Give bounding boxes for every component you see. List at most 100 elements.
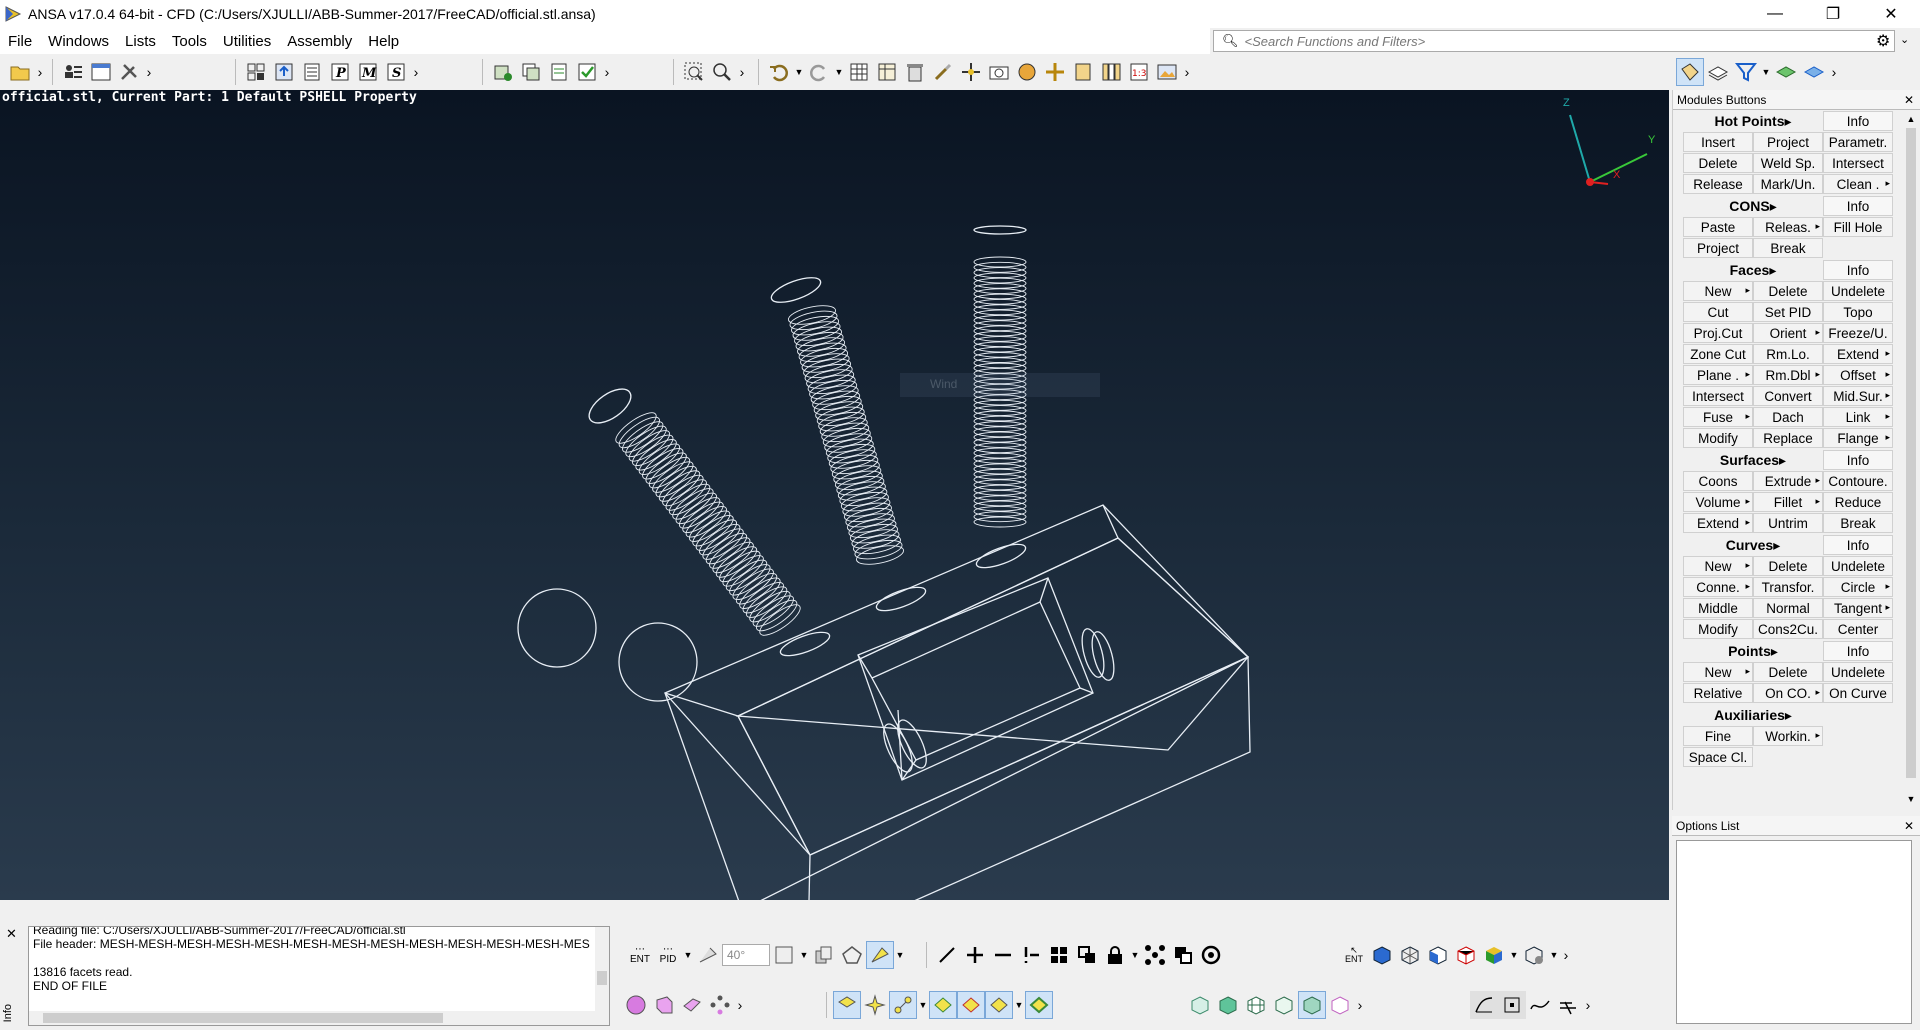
chevron-down-icon[interactable]: ▼ <box>682 950 694 960</box>
faces-flange-button[interactable]: Flange ▸ <box>1823 428 1893 448</box>
network-icon[interactable] <box>1141 941 1169 969</box>
settings-cube-icon[interactable] <box>1520 941 1548 969</box>
shell-icon[interactable] <box>1013 58 1041 86</box>
chevron-right-icon[interactable]: › <box>34 64 46 80</box>
points-relative-button[interactable]: Relative <box>1683 683 1753 703</box>
window-panel-icon[interactable] <box>87 58 115 86</box>
upload-icon[interactable] <box>270 58 298 86</box>
points-info-button[interactable]: Info <box>1823 641 1893 661</box>
green-diamond-icon[interactable] <box>929 991 957 1019</box>
mesh-cube-icon[interactable] <box>1396 941 1424 969</box>
zoom-window-icon[interactable] <box>680 58 708 86</box>
menu-lists[interactable]: Lists <box>117 33 164 50</box>
chevron-down-icon[interactable]: ▼ <box>798 950 810 960</box>
minimize-button[interactable]: — <box>1746 0 1804 28</box>
faces-fuse-button[interactable]: Fuse ▸ <box>1683 407 1753 427</box>
bookmark-icon[interactable] <box>1069 58 1097 86</box>
add-part-icon[interactable] <box>489 58 517 86</box>
cons-fill-hole-button[interactable]: Fill Hole <box>1823 217 1893 237</box>
surfaces-volume-button[interactable]: Volume ▸ <box>1683 492 1753 512</box>
pink-slab-icon[interactable] <box>678 991 706 1019</box>
m-script-icon[interactable]: M <box>354 58 382 86</box>
cons-releas-button[interactable]: Releas. ▸ <box>1753 217 1823 237</box>
log-vscroll[interactable] <box>595 927 609 1025</box>
scroll-down-icon[interactable]: ▼ <box>1904 794 1918 804</box>
check-icon[interactable] <box>573 58 601 86</box>
pink-box-icon[interactable] <box>650 991 678 1019</box>
faces-plane-button[interactable]: Plane . ▸ <box>1683 365 1753 385</box>
faces-convert-button[interactable]: Convert <box>1753 386 1823 406</box>
close-icon[interactable]: ✕ <box>1904 819 1914 833</box>
cons-paste-button[interactable]: Paste <box>1683 217 1753 237</box>
chevron-right-icon[interactable]: › <box>601 64 613 80</box>
faces-info-button[interactable]: Info <box>1823 260 1893 280</box>
close-icon[interactable]: ✕ <box>6 926 17 942</box>
chevron-down-icon[interactable]: ▼ <box>917 1000 929 1010</box>
transform-icon[interactable] <box>1041 58 1069 86</box>
group-title-surfaces[interactable]: Surfaces▸ <box>1683 452 1823 469</box>
square-point-icon[interactable] <box>1498 991 1526 1019</box>
sparkle-icon[interactable] <box>861 991 889 1019</box>
chevron-right-icon[interactable]: › <box>1828 64 1840 80</box>
hot-points-parametr-button[interactable]: Parametr. <box>1823 132 1893 152</box>
cons-break-button[interactable]: Break <box>1753 238 1823 258</box>
group-title-faces[interactable]: Faces▸ <box>1683 262 1823 279</box>
chevron-right-icon[interactable]: › <box>1181 64 1193 80</box>
faces-modify-button[interactable]: Modify <box>1683 428 1753 448</box>
menu-help[interactable]: Help <box>360 33 407 50</box>
faces-undelete-button[interactable]: Undelete <box>1823 281 1893 301</box>
active-box-icon[interactable] <box>1298 991 1326 1019</box>
curves-normal-button[interactable]: Normal <box>1753 598 1823 618</box>
points-on-curve-button[interactable]: On Curve <box>1823 683 1893 703</box>
chevron-down-icon[interactable]: ▼ <box>1760 67 1772 77</box>
blue-layers-icon[interactable] <box>1800 58 1828 86</box>
zoom-icon[interactable] <box>708 58 736 86</box>
faces-proj-cut-button[interactable]: Proj.Cut <box>1683 323 1753 343</box>
chevron-down-icon[interactable]: ▼ <box>1508 950 1520 960</box>
columns-icon[interactable] <box>1097 58 1125 86</box>
cons-info-button[interactable]: Info <box>1823 196 1893 216</box>
copy-part-icon[interactable] <box>517 58 545 86</box>
menu-tools[interactable]: Tools <box>164 33 215 50</box>
filter-icon[interactable] <box>1732 58 1760 86</box>
camera-icon[interactable] <box>985 58 1013 86</box>
faces-delete-button[interactable]: Delete <box>1753 281 1823 301</box>
layers-icon[interactable] <box>1704 58 1732 86</box>
stl-wireframe-model[interactable] <box>0 90 1669 900</box>
hot-points-clean-button[interactable]: Clean . ▸ <box>1823 174 1893 194</box>
points-on-co-button[interactable]: On CO. ▸ <box>1753 683 1823 703</box>
yellow-select-icon[interactable] <box>833 991 861 1019</box>
feature-angle-icon[interactable] <box>694 941 722 969</box>
faces-cut-button[interactable]: Cut <box>1683 302 1753 322</box>
ent-icon[interactable]: ↖ ENT <box>1340 941 1368 969</box>
faces-intersect-button[interactable]: Intersect <box>1683 386 1753 406</box>
surfaces-extrude-button[interactable]: Extrude ▸ <box>1753 471 1823 491</box>
group-title-cons[interactable]: CONS▸ <box>1683 198 1823 215</box>
graphics-viewport[interactable]: official.stl, Current Part: 1 Default PS… <box>0 90 1669 900</box>
curves-info-button[interactable]: Info <box>1823 535 1893 555</box>
chevron-down-icon[interactable]: ▼ <box>1548 950 1560 960</box>
search-box[interactable]: 🔍︎ <Search Functions and Filters> <box>1213 30 1895 52</box>
faces-extend-button[interactable]: Extend ▸ <box>1823 344 1893 364</box>
restore-button[interactable]: ❐ <box>1804 0 1862 28</box>
curves-undelete-button[interactable]: Undelete <box>1823 556 1893 576</box>
feature-angle-input[interactable]: 40° <box>722 944 770 966</box>
points-delete-button[interactable]: Delete <box>1753 662 1823 682</box>
chevron-down-icon[interactable]: ⌄ <box>1900 33 1909 46</box>
outline-cube-icon[interactable] <box>1424 941 1452 969</box>
curves-cons2cu-button[interactable]: Cons2Cu. <box>1753 619 1823 639</box>
list-icon[interactable] <box>298 58 326 86</box>
copy-icon[interactable] <box>810 941 838 969</box>
frame-icon[interactable] <box>770 941 798 969</box>
scale-icon[interactable]: 1:3 <box>1125 58 1153 86</box>
outline-diamond-icon[interactable] <box>1025 991 1053 1019</box>
cons-project-button[interactable]: Project <box>1683 238 1753 258</box>
lock-icon[interactable] <box>1101 941 1129 969</box>
pink-box-outline-icon[interactable] <box>1326 991 1354 1019</box>
points-undelete-button[interactable]: Undelete <box>1823 662 1893 682</box>
chevron-down-icon[interactable]: ▼ <box>793 67 805 77</box>
hot-points-delete-button[interactable]: Delete <box>1683 153 1753 173</box>
hot-points-insert-button[interactable]: Insert <box>1683 132 1753 152</box>
faces-new-button[interactable]: New ▸ <box>1683 281 1753 301</box>
minus-icon[interactable] <box>989 941 1017 969</box>
